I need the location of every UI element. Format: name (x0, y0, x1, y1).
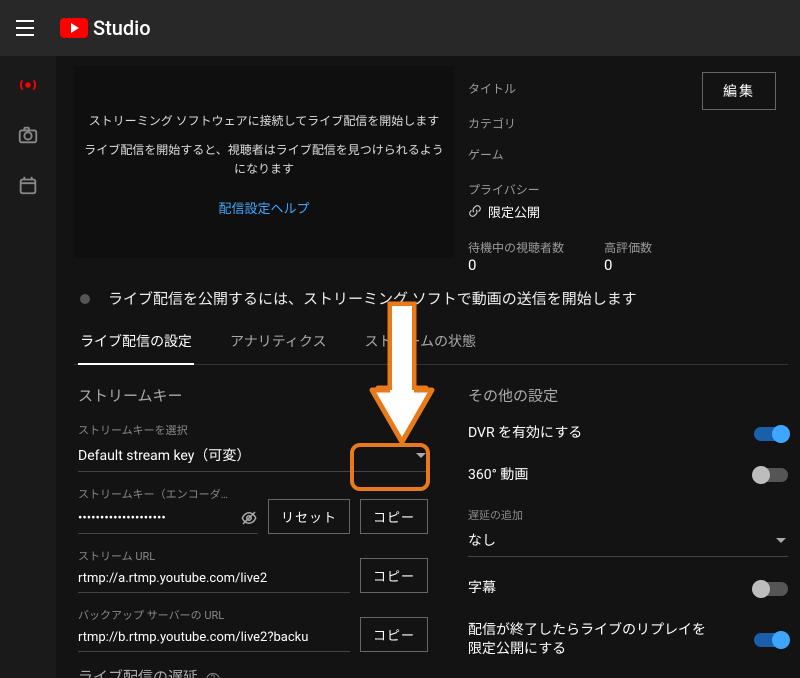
stream-key-select-label: ストリームキーを選択 (78, 422, 428, 438)
other-settings-heading: その他の設定 (468, 385, 788, 406)
preview-text-2: ライブ配信を開始すると、視聴者はライブ配信を見つけられるようになります (82, 141, 446, 179)
backup-url-field[interactable]: rtmp://b.rtmp.youtube.com/live2?backu (78, 626, 350, 652)
privacy-value: 限定公開 (488, 202, 540, 221)
stream-key-field[interactable]: •••••••••••••••••••• (78, 505, 258, 534)
app-logo[interactable]: Studio (60, 16, 151, 40)
delay-value: なし (468, 530, 496, 550)
latency-heading: ライブ配信の遅延 ? (78, 666, 428, 678)
brand-text: Studio (93, 16, 151, 40)
stream-status-notice: ライブ配信を公開するには、ストリーミング ソフトで動画の送信を開始します (74, 288, 788, 309)
stream-key-value: •••••••••••••••••••• (78, 511, 166, 526)
backup-url-label: バックアップ サーバーの URL (78, 607, 350, 623)
tab-analytics[interactable]: アナリティクス (228, 319, 328, 364)
info-icon[interactable]: ? (206, 673, 220, 678)
category-label: カテゴリ (468, 115, 778, 132)
v360-label: 360° 動画 (468, 466, 528, 486)
replay-label: 配信が終了したらライブのリプレイを限定公開にする (468, 621, 718, 660)
left-rail (0, 56, 56, 678)
stream-key-select[interactable]: Default stream key（可変） (78, 441, 428, 472)
stream-key-heading: ストリームキー (78, 385, 428, 406)
menu-icon[interactable] (16, 20, 40, 36)
captions-toggle[interactable] (754, 582, 788, 596)
privacy-label: プライバシー (468, 181, 778, 198)
reset-button[interactable]: リセット (268, 499, 350, 534)
chevron-down-icon (776, 538, 786, 543)
captions-label: 字幕 (468, 579, 496, 599)
tabs: ライブ配信の設定 アナリティクス ストリームの状態 (74, 319, 788, 365)
delay-label: 遅延の追加 (468, 507, 788, 523)
status-dot-icon (80, 294, 90, 304)
link-icon (468, 204, 482, 218)
top-bar: Studio (0, 0, 800, 56)
manage-icon[interactable] (17, 174, 39, 196)
stream-url-field[interactable]: rtmp://a.rtmp.youtube.com/live2 (78, 567, 350, 593)
preview-panel: ストリーミング ソフトウェアに接続してライブ配信を開始します ライブ配信を開始す… (74, 66, 454, 258)
v360-toggle[interactable] (754, 468, 788, 482)
stream-url-value: rtmp://a.rtmp.youtube.com/live2 (78, 571, 267, 586)
waiting-value: 0 (468, 256, 564, 274)
dvr-label: DVR を有効にする (468, 424, 582, 444)
likes-value: 0 (604, 256, 652, 274)
stream-icon[interactable] (17, 74, 39, 96)
main-area: ストリーミング ソフトウェアに接続してライブ配信を開始します ライブ配信を開始す… (56, 56, 800, 678)
notice-text: ライブ配信を公開するには、ストリーミング ソフトで動画の送信を開始します (108, 288, 637, 309)
replay-toggle[interactable] (754, 633, 788, 647)
latency-heading-text: ライブ配信の遅延 (78, 668, 198, 678)
stream-key-select-value: Default stream key（可変） (78, 445, 250, 465)
copy-url-button[interactable]: コピー (360, 558, 428, 593)
edit-button[interactable]: 編集 (702, 72, 776, 110)
visibility-off-icon[interactable] (240, 509, 258, 527)
copy-key-button[interactable]: コピー (360, 499, 428, 534)
chevron-down-icon (416, 453, 426, 458)
delay-select[interactable]: なし (468, 526, 788, 557)
youtube-icon (60, 18, 88, 38)
webcam-icon[interactable] (17, 124, 39, 146)
likes-label: 高評価数 (604, 239, 652, 256)
stream-url-label: ストリーム URL (78, 548, 350, 564)
tab-health[interactable]: ストリームの状態 (362, 319, 478, 364)
stream-help-link[interactable]: 配信設定ヘルプ (218, 198, 309, 217)
preview-text-1: ストリーミング ソフトウェアに接続してライブ配信を開始します (89, 112, 440, 131)
tab-settings[interactable]: ライブ配信の設定 (78, 319, 194, 365)
category-value: ゲーム (468, 146, 778, 163)
waiting-label: 待機中の視聴者数 (468, 239, 564, 256)
dvr-toggle[interactable] (754, 427, 788, 441)
copy-backup-button[interactable]: コピー (360, 617, 428, 652)
info-panel: 編集 タイトル カテゴリ ゲーム プライバシー 限定公開 待機中の視聴者数 0 (468, 66, 788, 274)
stream-key-label: ストリームキー（エンコーダ… (78, 486, 258, 502)
backup-url-value: rtmp://b.rtmp.youtube.com/live2?backu (78, 630, 308, 645)
